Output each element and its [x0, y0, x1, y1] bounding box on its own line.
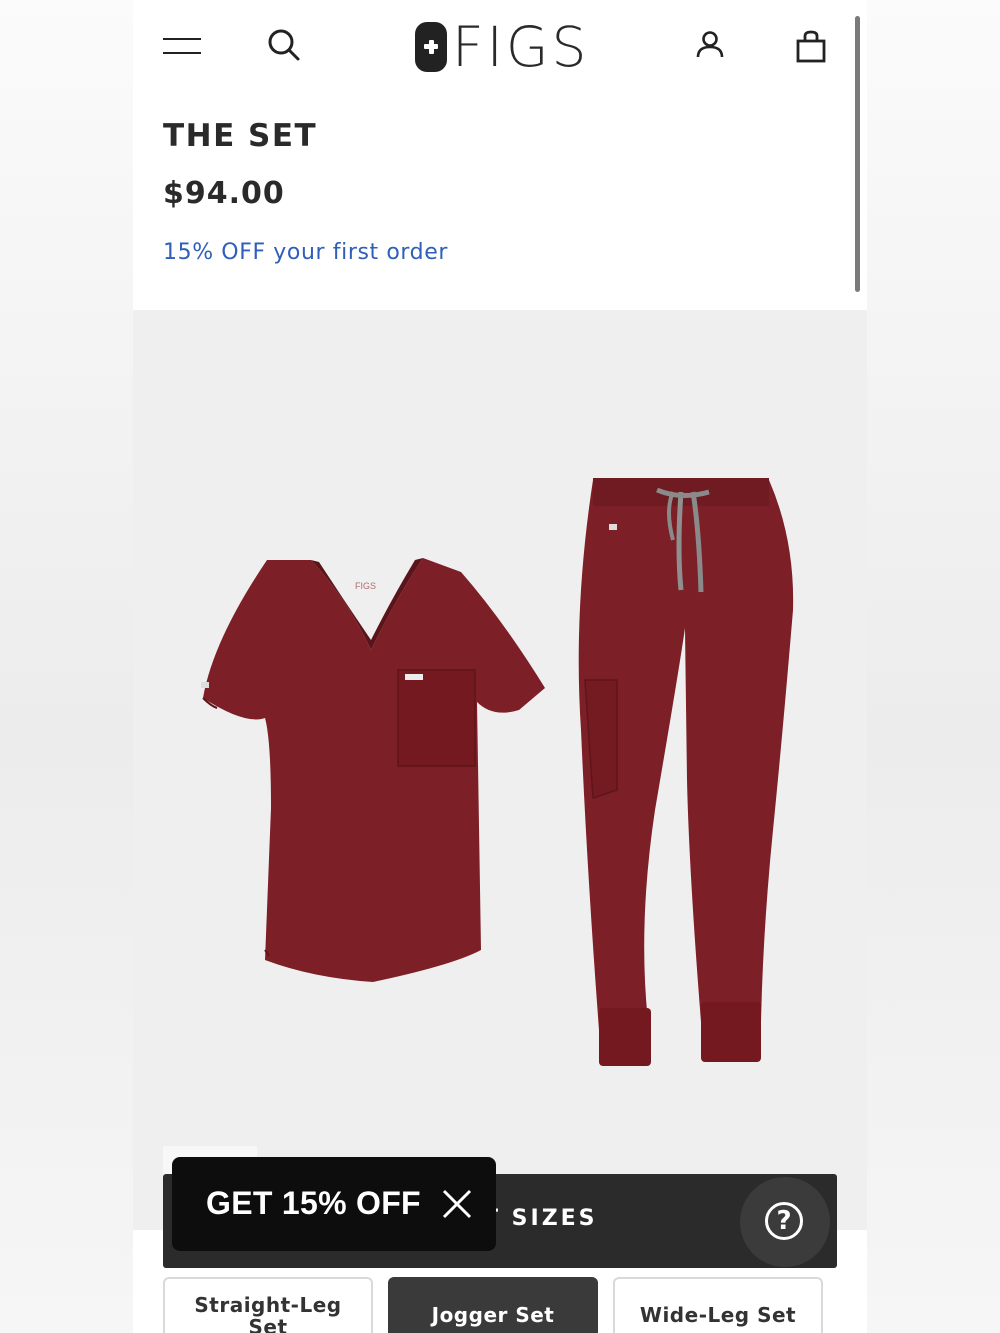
scrub-pants	[578, 478, 794, 1066]
help-button[interactable]: ?	[740, 1177, 830, 1267]
set-option-label: Straight-Leg	[194, 1293, 342, 1317]
search-icon[interactable]	[267, 28, 301, 62]
account-icon[interactable]	[695, 30, 725, 60]
shirt-label: FIGS	[355, 581, 376, 591]
bag-icon[interactable]	[795, 30, 827, 64]
straight-leg-set-option[interactable]: Straight-Leg Set	[163, 1277, 373, 1333]
menu-icon[interactable]	[163, 36, 201, 58]
first-order-promo-link[interactable]: 15% OFF your first order	[163, 240, 448, 265]
discount-popup[interactable]: GET 15% OFF	[172, 1157, 496, 1251]
set-option-label: Wide-Leg Set	[639, 1303, 797, 1327]
size-bar-label: T SIZES	[483, 1206, 598, 1231]
site-header: FIGS	[133, 0, 867, 100]
logo-plus-icon	[415, 22, 447, 72]
popup-text: GET 15% OFF	[206, 1185, 421, 1221]
product-image[interactable]: FIGS	[133, 310, 867, 1230]
logo-text: FIGS	[452, 14, 590, 79]
scrubs-illustration: FIGS	[201, 478, 794, 1066]
jogger-set-option[interactable]: Jogger Set	[388, 1277, 598, 1333]
product-title: THE SET	[163, 118, 318, 154]
wide-leg-set-option[interactable]: Wide-Leg Set	[613, 1277, 823, 1333]
scrollbar[interactable]	[855, 16, 860, 292]
set-option-label-line2: Set	[248, 1315, 288, 1333]
mobile-page: FIGS THE SET $94.00 15% OFF your first o…	[133, 0, 867, 1333]
question-icon: ?	[765, 1202, 803, 1240]
background-left	[0, 0, 133, 1333]
scrub-top: FIGS	[201, 558, 545, 982]
close-icon[interactable]	[442, 1189, 472, 1219]
figs-logo[interactable]: FIGS	[415, 14, 590, 79]
set-option-label: Jogger Set	[431, 1303, 555, 1327]
background-right	[867, 0, 1000, 1333]
product-price: $94.00	[163, 176, 285, 211]
